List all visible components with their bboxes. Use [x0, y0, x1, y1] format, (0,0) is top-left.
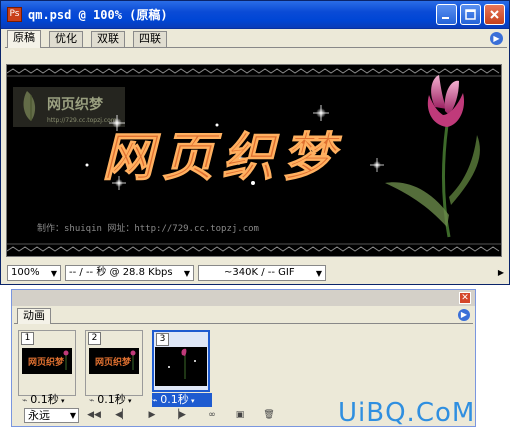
chevron-down-icon: ▾ — [58, 397, 65, 405]
image-canvas[interactable]: 网页织梦 http://729.cc.topzj.com 网页织梦 制作：shu… — [6, 64, 502, 257]
view-tabs: 原稿 优化 双联 四联 ▶ — [5, 29, 507, 48]
new-frame-button[interactable]: ▣ — [230, 408, 250, 423]
prev-frame-icon: ◀▏ — [115, 410, 129, 420]
frame-thumbnail — [155, 347, 207, 386]
logo-url: http://729.cc.topzj.com — [47, 117, 117, 124]
first-frame-button[interactable]: ◀◀ — [84, 408, 104, 423]
delete-frame-icon: 🗑 — [263, 410, 275, 420]
credit-text: 制作：shuiqin 网址：http://729.cc.topzj.com — [37, 222, 259, 234]
file-size-select[interactable]: ~340K / -- GIF ▼ — [198, 265, 326, 281]
panel-menu-icon[interactable]: ▶ — [458, 309, 470, 321]
next-frame-icon: ▕▶ — [172, 410, 186, 420]
tween-button[interactable]: ∞ — [202, 408, 222, 423]
maximize-button[interactable] — [460, 4, 481, 25]
tab-menu-icon[interactable]: ▶ — [490, 32, 503, 45]
top-border-pattern — [7, 68, 500, 74]
frame-delay-value: 0.1秒 — [160, 393, 189, 406]
frame-number: 3 — [156, 333, 169, 346]
tab-4-up[interactable]: 四联 — [133, 31, 167, 47]
next-frame-button[interactable]: ▕▶ — [169, 408, 189, 423]
frame-thumbnail: 网页织梦 — [22, 348, 72, 374]
panel-tabs: 动画 ▶ — [14, 307, 473, 324]
chevron-down-icon: ▼ — [183, 269, 190, 278]
panel-header[interactable]: ✕ — [12, 290, 475, 306]
prev-frame-button[interactable]: ◀▏ — [112, 408, 132, 423]
frame-delay-value: 0.1秒 — [30, 393, 59, 406]
play-icon: ▶ — [148, 410, 156, 420]
close-icon — [490, 10, 499, 19]
new-frame-icon: ▣ — [235, 410, 245, 420]
play-button[interactable]: ▶ — [142, 408, 162, 423]
download-time-select[interactable]: -- / -- 秒 @ 28.8 Kbps ▼ — [65, 265, 194, 281]
loop-select[interactable]: 永远 ▼ — [24, 408, 79, 423]
window-title: qm.psd @ 100% (原稿) — [28, 8, 168, 22]
chevron-down-icon: ▼ — [50, 269, 57, 278]
animation-frame-3[interactable]: 3 — [152, 330, 210, 392]
site-watermark: UiBQ.CoM — [338, 398, 476, 428]
logo-text: 网页织梦 — [47, 96, 104, 113]
chevron-down-icon: ▾ — [188, 397, 195, 405]
tab-original[interactable]: 原稿 — [7, 30, 41, 48]
animation-frame-2[interactable]: 2 网页织梦 — [85, 330, 143, 396]
frame-number: 1 — [21, 332, 34, 345]
chevron-down-icon: ▼ — [69, 411, 76, 420]
document-window: Ps qm.psd @ 100% (原稿) 原稿 优化 双联 四联 ▶ 网页织梦… — [0, 0, 510, 285]
chevron-down-icon: ▾ — [125, 397, 132, 405]
animation-frame-1[interactable]: 1 网页织梦 — [18, 330, 76, 396]
close-button[interactable] — [484, 4, 505, 25]
status-bar: 100% ▼ -- / -- 秒 @ 28.8 Kbps ▼ ~340K / -… — [5, 264, 507, 282]
tween-icon: ∞ — [208, 410, 216, 420]
photoshop-doc-icon[interactable]: Ps — [7, 7, 22, 22]
status-menu-icon[interactable]: ▶ — [498, 268, 504, 277]
title-bar[interactable]: Ps qm.psd @ 100% (原稿) — [1, 1, 509, 29]
tab-optimized[interactable]: 优化 — [49, 31, 83, 47]
loop-value: 永远 — [28, 409, 50, 422]
svg-text:网页织梦: 网页织梦 — [95, 356, 132, 368]
file-size-value: ~340K / -- GIF — [224, 267, 295, 278]
frame-delay-2[interactable]: ⌁ 0.1秒 ▾ — [89, 393, 132, 407]
svg-text:网页织梦: 网页织梦 — [28, 356, 65, 368]
tulip-illustration — [385, 75, 480, 238]
frame-delay-value: 0.1秒 — [97, 393, 126, 406]
frame-thumbnail: 网页织梦 — [89, 348, 139, 374]
chevron-down-icon: ▼ — [315, 269, 322, 278]
maximize-icon — [465, 9, 476, 20]
delete-frame-button[interactable]: 🗑 — [259, 408, 279, 423]
headline-text: 网页织梦 — [102, 127, 342, 188]
first-frame-icon: ◀◀ — [87, 410, 101, 420]
minimize-button[interactable] — [436, 4, 457, 25]
frame-delay-3[interactable]: ⌁ 0.1秒 ▾ — [152, 393, 212, 407]
panel-close-icon[interactable]: ✕ — [459, 292, 471, 304]
frame-delay-1[interactable]: ⌁ 0.1秒 ▾ — [22, 393, 65, 407]
bottom-border-pattern — [7, 246, 500, 252]
zoom-select[interactable]: 100% ▼ — [7, 265, 61, 281]
zoom-value: 100% — [11, 267, 40, 278]
banner-art: 网页织梦 http://729.cc.topzj.com 网页织梦 制作：shu… — [7, 68, 501, 252]
minimize-icon — [442, 17, 449, 19]
tab-2-up[interactable]: 双联 — [91, 31, 125, 47]
download-time-value: -- / -- 秒 @ 28.8 Kbps — [69, 267, 173, 278]
frame-number: 2 — [88, 332, 101, 345]
tab-animation[interactable]: 动画 — [17, 308, 51, 324]
